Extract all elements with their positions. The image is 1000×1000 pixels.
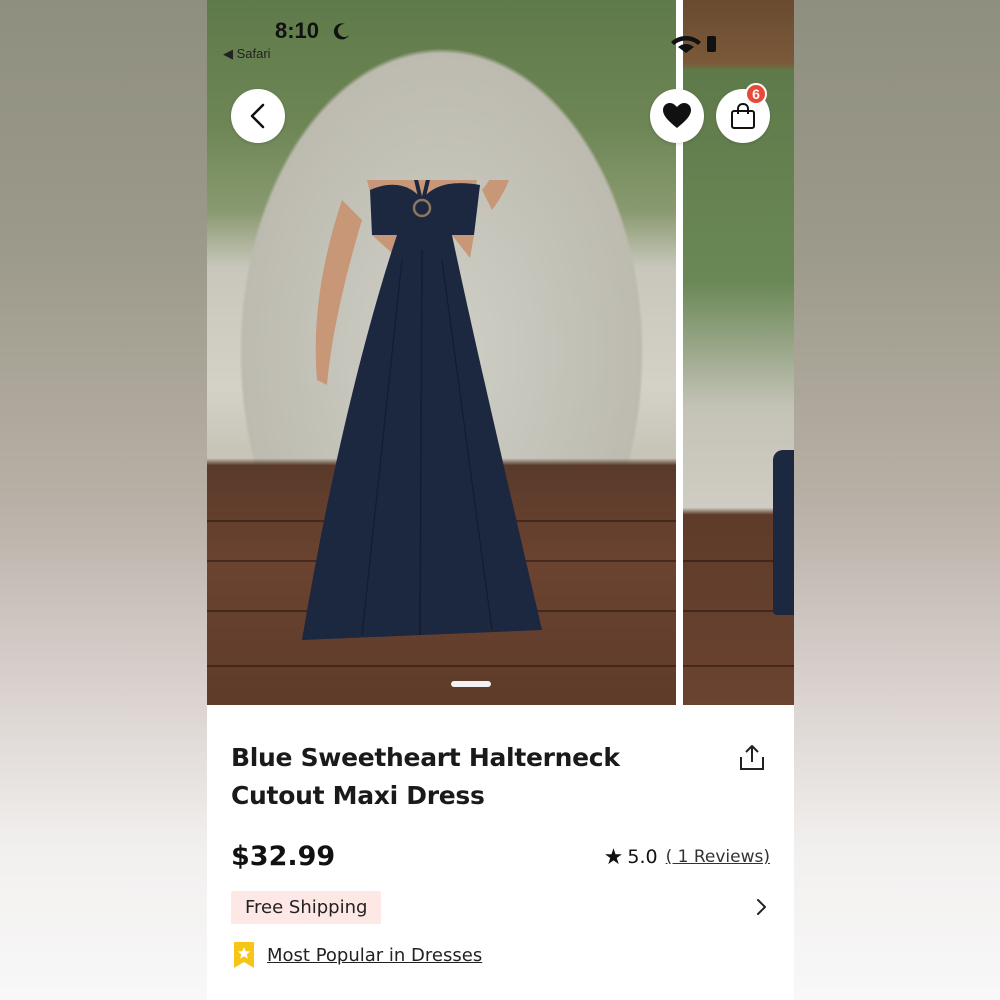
dress-illustration (302, 180, 542, 640)
free-shipping-badge[interactable]: Free Shipping (231, 891, 382, 924)
chevron-right-icon[interactable] (755, 897, 769, 917)
reviews-link[interactable]: ( 1 Reviews) (666, 847, 770, 867)
rating-score: 5.0 (627, 846, 658, 868)
product-info: Blue Sweetheart Halterneck Cutout Maxi D… (207, 705, 794, 1000)
product-price: $32.99 (231, 841, 336, 872)
product-rating: ★ 5.0 ( 1 Reviews) (603, 844, 770, 869)
gallery-page-indicator (451, 681, 491, 687)
moon-icon (333, 23, 349, 40)
status-bar: 8:10 ◀ Safari (207, 0, 794, 62)
most-popular-row[interactable]: Most Popular in Dresses (233, 941, 482, 969)
phone-screen: 8:10 ◀ Safari 6 Blue Sweetheart Halterne… (207, 0, 794, 1000)
product-image-gallery[interactable]: 8:10 ◀ Safari 6 (207, 0, 794, 705)
share-icon (740, 745, 764, 770)
heart-icon (663, 103, 691, 128)
shopping-bag-icon (731, 102, 755, 129)
ribbon-star-icon (234, 942, 254, 968)
status-time: 8:10 (275, 18, 320, 43)
back-arrow-icon (250, 103, 265, 129)
share-button[interactable] (737, 743, 767, 773)
status-back-to-safari[interactable]: ◀ Safari (223, 46, 271, 62)
most-popular-link[interactable]: Most Popular in Dresses (267, 945, 482, 966)
star-icon: ★ (603, 844, 624, 869)
cart-button[interactable]: 6 (716, 83, 770, 143)
product-title: Blue Sweetheart Halterneck Cutout Maxi D… (231, 743, 620, 810)
wifi-battery-icon (671, 36, 716, 53)
back-button[interactable] (231, 89, 285, 143)
cart-count-badge: 6 (745, 83, 767, 105)
favorite-button[interactable] (650, 89, 704, 143)
